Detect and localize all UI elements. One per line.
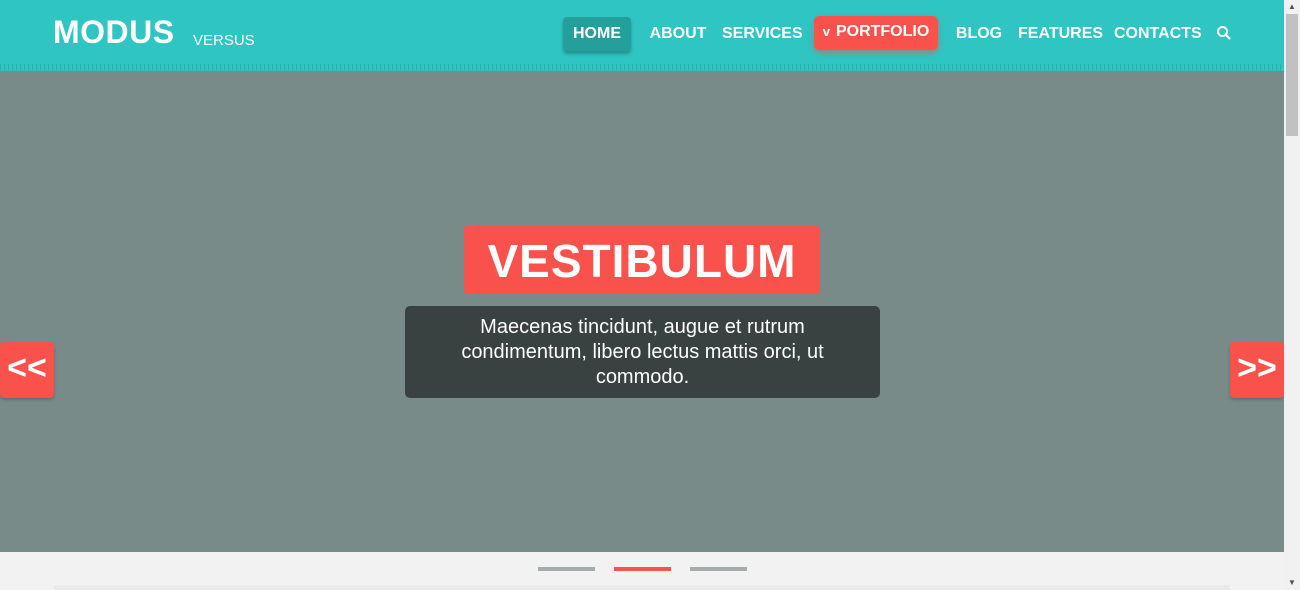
content-section-edge [54,585,1230,590]
nav-portfolio-label: PORTFOLIO [835,23,930,40]
slider-pager-1[interactable] [538,567,595,571]
scroll-down-arrow-icon[interactable]: ▼ [1284,576,1300,590]
site-header: MODUS VERSUS HOME ABOUT SERVICES v PORTFO… [0,0,1284,71]
page-scrollbar[interactable]: ▲ ▼ [1284,0,1300,590]
slider-pager-2[interactable] [614,567,671,571]
site-logo[interactable]: MODUS [53,14,175,51]
site-logo-subtitle: VERSUS [193,32,255,49]
slider-next-button[interactable]: >> [1230,342,1284,398]
slider-prev-button[interactable]: << [0,342,54,398]
hero-title: VESTIBULUM [464,226,820,294]
nav-features[interactable]: FEATURES [1018,17,1103,51]
nav-services[interactable]: SERVICES [722,17,803,51]
search-icon[interactable] [1216,25,1232,41]
scrollbar-thumb[interactable] [1286,14,1298,136]
header-fringe-divider [0,64,1284,71]
nav-contacts[interactable]: CONTACTS [1114,17,1202,51]
chevron-down-icon: v [822,24,830,39]
nav-portfolio[interactable]: v PORTFOLIO [814,16,938,50]
nav-blog[interactable]: BLOG [955,17,1003,51]
scroll-up-arrow-icon[interactable]: ▲ [1284,0,1300,14]
nav-home[interactable]: HOME [563,17,631,51]
hero-slider: VESTIBULUM Maecenas tincidunt, augue et … [0,71,1284,552]
page: MODUS VERSUS HOME ABOUT SERVICES v PORTFO… [0,0,1284,590]
hero-caption: Maecenas tincidunt, augue et rutrum cond… [405,306,880,398]
slider-pager-3[interactable] [690,567,747,571]
nav-about[interactable]: ABOUT [648,17,708,51]
